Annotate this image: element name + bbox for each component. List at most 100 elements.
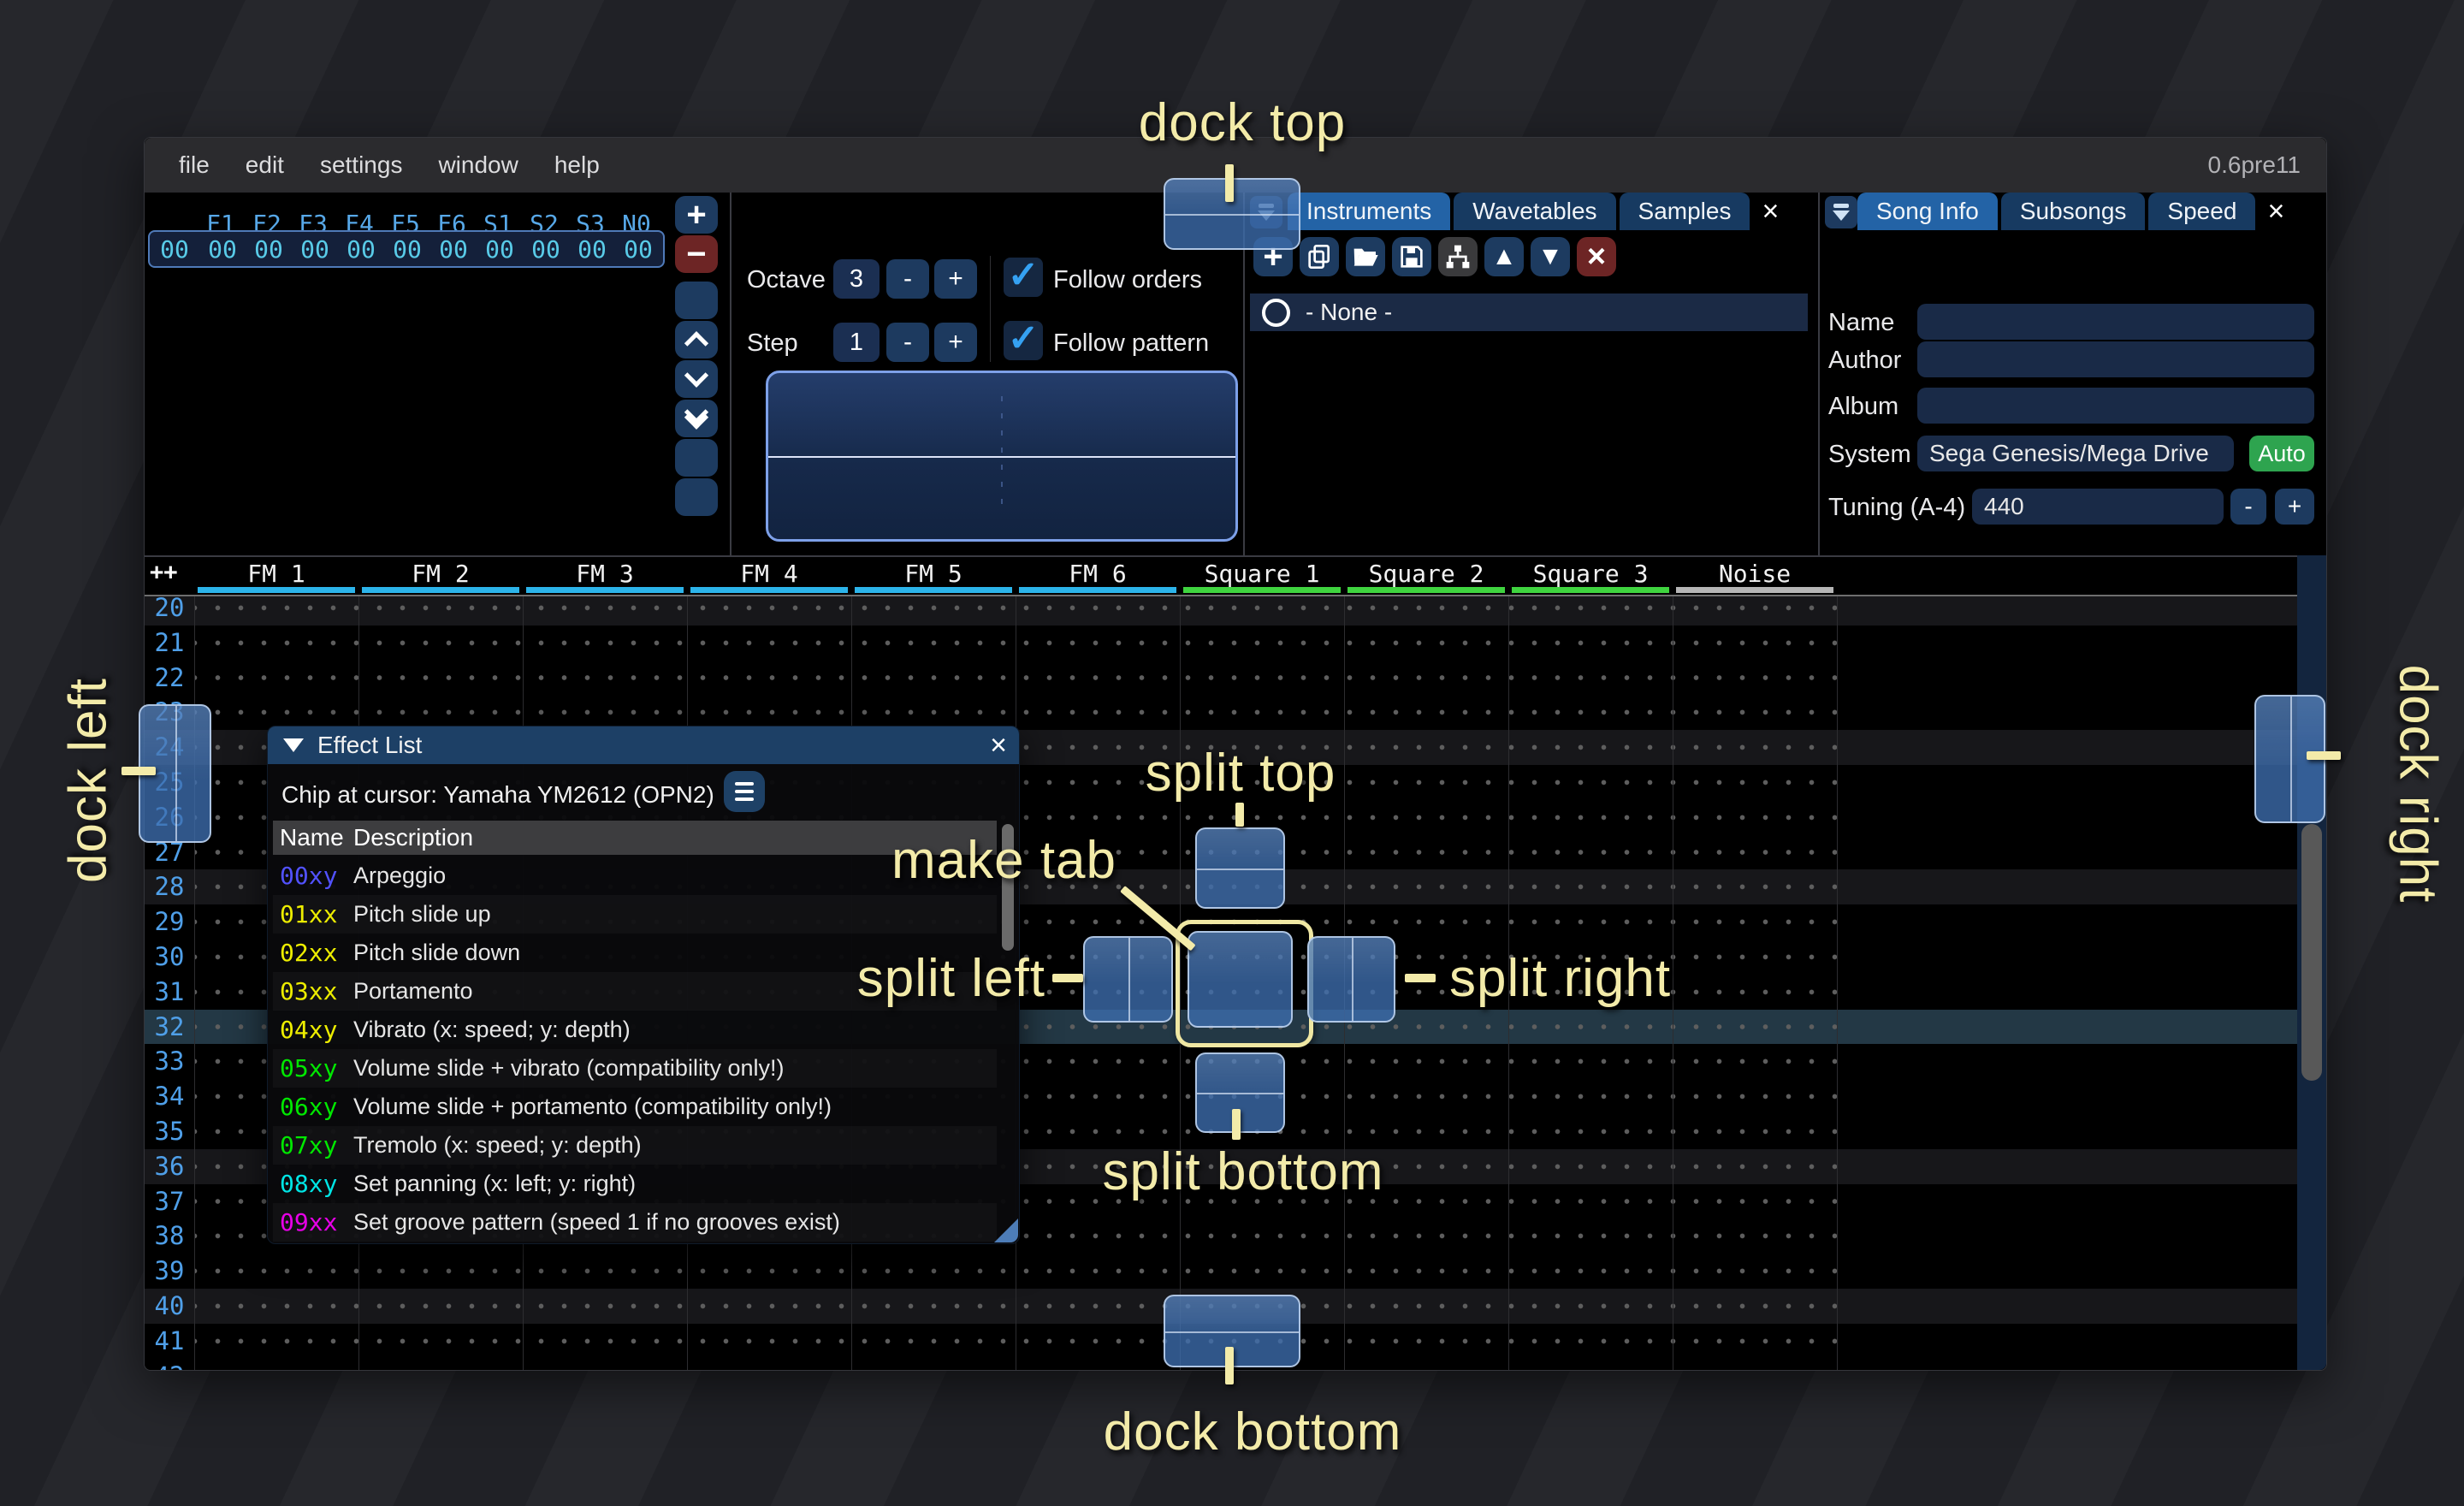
add-channel-button[interactable]: ++ — [150, 559, 178, 585]
row-cells[interactable] — [194, 1289, 1839, 1324]
order-row[interactable]: 0000000000000000000000 — [148, 230, 665, 268]
order-cell[interactable]: 00 — [430, 235, 477, 264]
song-tab-song-info[interactable]: Song Info — [1857, 193, 1998, 230]
channel-header-fm-3[interactable]: FM 3 — [523, 557, 687, 595]
asset-tab-instruments[interactable]: Instruments — [1288, 193, 1450, 230]
instrument-toolbar: +▲▼× — [1253, 237, 1616, 276]
name-field[interactable] — [1917, 304, 2314, 340]
split-left-target[interactable] — [1083, 936, 1173, 1023]
row-cells[interactable] — [194, 661, 1839, 696]
hamburger-menu-button[interactable] — [724, 771, 765, 812]
move-instrument-down-button[interactable]: ▼ — [1531, 237, 1570, 276]
step-value[interactable]: 1 — [833, 323, 880, 362]
move-order-down-button[interactable] — [675, 360, 718, 398]
effect-row[interactable]: 04xyVibrato (x: speed; y: depth) — [273, 1011, 997, 1049]
auto-system-button[interactable]: Auto — [2249, 436, 2314, 471]
channel-header-square-3[interactable]: Square 3 — [1508, 557, 1673, 595]
asset-tab-samples[interactable]: Samples — [1620, 193, 1750, 230]
effect-row[interactable]: 05xyVolume slide + vibrato (compatibilit… — [273, 1049, 997, 1088]
follow-pattern-checkbox[interactable]: ✓ — [1004, 321, 1043, 360]
channel-header-fm-5[interactable]: FM 5 — [851, 557, 1016, 595]
pattern-row[interactable]: 22 — [145, 661, 2297, 696]
effect-row[interactable]: 06xyVolume slide + portamento (compatibi… — [273, 1088, 997, 1126]
step-minus-button[interactable]: - — [886, 323, 929, 362]
row-cells[interactable] — [194, 626, 1839, 661]
order-cell[interactable]: 00 — [384, 235, 430, 264]
song-tab-subsongs[interactable]: Subsongs — [2001, 193, 2146, 230]
pattern-row[interactable]: 21 — [145, 626, 2297, 661]
duplicate-order-button[interactable] — [675, 282, 718, 319]
resize-grip-icon[interactable] — [994, 1218, 1018, 1242]
channel-header-noise[interactable]: Noise — [1673, 557, 1837, 595]
order-change-mode-button[interactable] — [675, 478, 718, 516]
tuning-plus-button[interactable]: + — [2275, 489, 2314, 525]
pattern-scrollbar[interactable] — [2297, 555, 2326, 1370]
split-top-target[interactable] — [1195, 827, 1285, 909]
menu-file[interactable]: file — [167, 146, 222, 184]
save-instrument-button[interactable] — [1392, 237, 1431, 276]
channel-header-square-2[interactable]: Square 2 — [1344, 557, 1508, 595]
row-cells[interactable] — [194, 1324, 1839, 1359]
asset-tab-wavetables[interactable]: Wavetables — [1454, 193, 1615, 230]
row-cells[interactable] — [194, 1359, 1839, 1370]
effect-row[interactable]: 08xySet panning (x: left; y: right) — [273, 1165, 997, 1203]
instrument-list-item[interactable]: - None - — [1250, 293, 1808, 331]
dock-divider — [1352, 938, 1353, 1021]
channel-header-fm-4[interactable]: FM 4 — [687, 557, 851, 595]
tuning-minus-button[interactable]: - — [2230, 489, 2266, 525]
move-instrument-up-button[interactable]: ▲ — [1484, 237, 1524, 276]
order-cell[interactable]: 00 — [292, 235, 338, 264]
effect-list-titlebar[interactable]: Effect List × — [268, 726, 1019, 764]
duplicate-instrument-button[interactable] — [1300, 237, 1339, 276]
open-instrument-button[interactable] — [1346, 237, 1385, 276]
order-cell[interactable]: 00 — [199, 235, 246, 264]
step-plus-button[interactable]: + — [934, 323, 977, 362]
channel-header-square-1[interactable]: Square 1 — [1180, 557, 1344, 595]
album-field[interactable] — [1917, 388, 2314, 424]
order-cell[interactable]: 00 — [569, 235, 615, 264]
tuning-field[interactable]: 440 — [1972, 489, 2224, 525]
close-icon[interactable]: × — [990, 729, 1007, 762]
menu-settings[interactable]: settings — [308, 146, 415, 184]
scrollbar-thumb[interactable] — [2301, 824, 2322, 1081]
effect-row[interactable]: 01xxPitch slide up — [273, 895, 997, 934]
window-list-icon[interactable] — [1825, 196, 1857, 228]
author-field[interactable] — [1917, 341, 2314, 377]
song-tab-speed[interactable]: Speed — [2148, 193, 2255, 230]
effect-row[interactable]: 07xyTremolo (x: speed; y: depth) — [273, 1126, 997, 1165]
organize-instruments-button[interactable] — [1438, 237, 1478, 276]
delete-instrument-button[interactable]: × — [1577, 237, 1616, 276]
menu-edit[interactable]: edit — [234, 146, 296, 184]
move-order-up-button[interactable] — [675, 321, 718, 359]
system-select[interactable]: Sega Genesis/Mega Drive — [1917, 436, 2234, 471]
duplicate-to-end-button[interactable] — [675, 400, 718, 437]
channel-header-fm-1[interactable]: FM 1 — [194, 557, 358, 595]
channel-color-bar — [855, 587, 1012, 593]
menu-help[interactable]: help — [542, 146, 612, 184]
order-cell[interactable]: 00 — [477, 235, 523, 264]
make-tab-target[interactable] — [1188, 931, 1293, 1028]
row-cells[interactable] — [194, 1254, 1839, 1289]
deep-clone-button[interactable] — [675, 439, 718, 477]
close-icon[interactable]: × — [1753, 193, 1787, 230]
octave-minus-button[interactable]: - — [886, 259, 929, 299]
close-icon[interactable]: × — [2259, 193, 2293, 230]
octave-value[interactable]: 3 — [833, 259, 880, 299]
order-cell[interactable]: 00 — [338, 235, 384, 264]
order-cell[interactable]: 00 — [246, 235, 292, 264]
effect-row[interactable]: 00xyArpeggio — [273, 857, 997, 895]
order-cell[interactable]: 00 — [523, 235, 569, 264]
menu-window[interactable]: window — [426, 146, 530, 184]
channel-header-fm-6[interactable]: FM 6 — [1016, 557, 1180, 595]
add-order-button[interactable]: + — [675, 196, 718, 234]
pattern-row[interactable]: 39 — [145, 1254, 2297, 1289]
split-right-target[interactable] — [1307, 936, 1395, 1023]
octave-plus-button[interactable]: + — [934, 259, 977, 299]
collapse-icon[interactable] — [283, 738, 304, 752]
effect-row[interactable]: 09xxSet groove pattern (speed 1 if no gr… — [273, 1203, 997, 1242]
follow-orders-checkbox[interactable]: ✓ — [1004, 258, 1043, 297]
order-cell[interactable]: 00 — [615, 235, 661, 264]
effect-description: Volume slide + portamento (compatibility… — [353, 1094, 832, 1120]
remove-order-button[interactable]: − — [675, 235, 718, 273]
channel-header-fm-2[interactable]: FM 2 — [358, 557, 523, 595]
